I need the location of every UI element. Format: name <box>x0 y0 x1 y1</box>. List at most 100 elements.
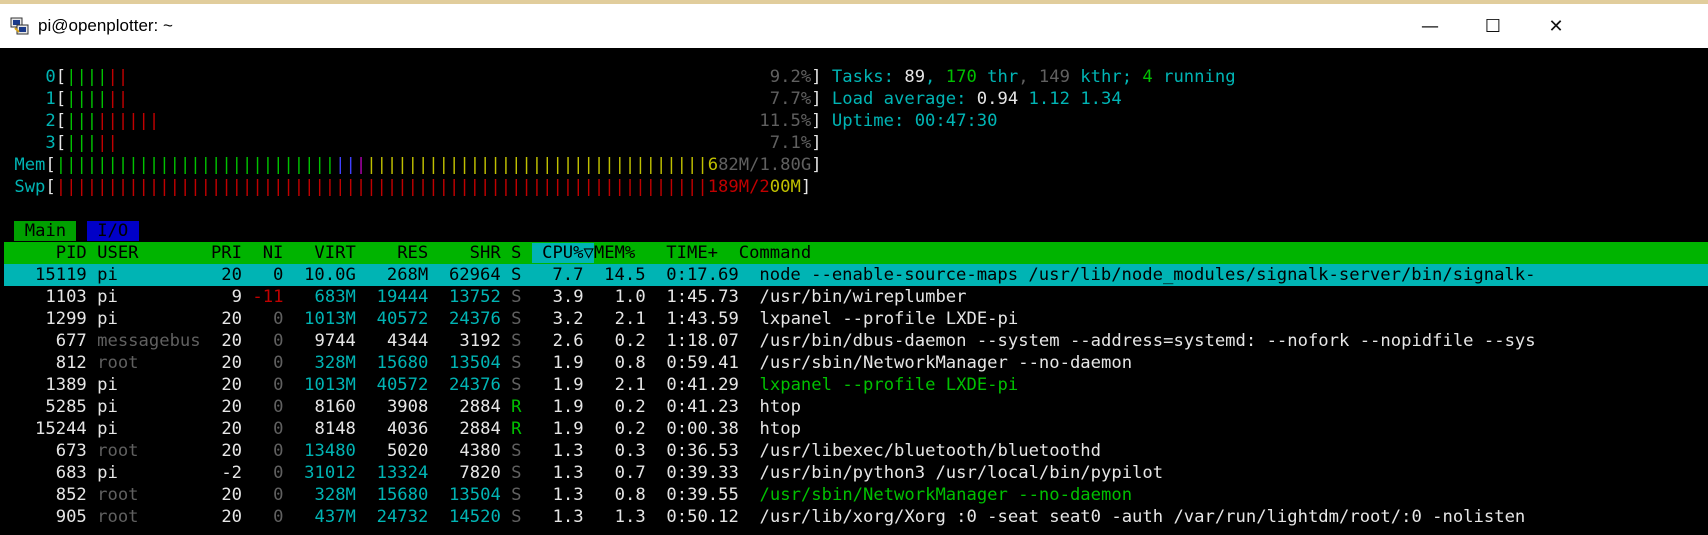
nice: 0 <box>242 331 284 351</box>
mem-bar-cache: ||||||||||||||||||||||||||||||||| <box>366 155 708 175</box>
mem-meter: Mem[||||||||||||||||||||||||||||||||||||… <box>4 154 1708 176</box>
tab-io[interactable]: I/O <box>86 221 139 241</box>
res: 15680 <box>366 353 429 373</box>
priority: 20 <box>200 331 243 351</box>
bracket: ] <box>811 111 822 131</box>
cpu-mem-time: 1.9 0.2 0:41.23 <box>531 397 760 417</box>
minimize-button[interactable]: — <box>1407 6 1453 46</box>
pid: 852 <box>4 485 98 505</box>
state: S <box>511 309 522 329</box>
process-command: /usr/sbin/NetworkManager --no-daemon <box>759 353 1133 373</box>
close-icon: ✕ <box>1548 15 1564 37</box>
process-row[interactable]: 677 messagebus 20 0 9744 4344 3192 S 2.6… <box>4 330 1708 352</box>
kthread-count: 149 <box>1038 67 1070 87</box>
cpu-value: 7.1% <box>769 133 812 153</box>
cpu-meter-0: 0[|||||| 9.2%] Tasks: 89, 170 thr, 149 k… <box>4 66 1708 88</box>
user: root <box>97 485 201 505</box>
user: pi <box>97 397 201 417</box>
user: root <box>97 441 201 461</box>
state: R <box>511 397 522 417</box>
cpu-mem-time: 1.3 0.7 0:39.33 <box>531 463 760 483</box>
header-mem: MEM% <box>593 243 636 263</box>
virt: 437M <box>293 507 356 527</box>
process-command: /usr/sbin/NetworkManager --no-daemon <box>759 485 1133 505</box>
load-1: 0.94 <box>976 89 1019 109</box>
window-titlebar[interactable]: pi@openplotter: ~ — ☐ ✕ <box>0 0 1708 48</box>
tasks-label: Tasks: <box>831 67 905 87</box>
pid: 15244 <box>4 419 98 439</box>
tasks-count: 89 <box>904 67 926 87</box>
cpu-mem-time: 1.9 2.1 0:41.29 <box>531 375 760 395</box>
virt: 9744 <box>293 331 356 351</box>
user: messagebus <box>97 331 201 351</box>
state: S <box>511 375 522 395</box>
priority: 20 <box>200 419 243 439</box>
process-row[interactable]: 905 root 20 0 437M 24732 14520 S 1.3 1.3… <box>4 506 1708 528</box>
process-command: htop <box>759 397 801 417</box>
tab-bar: Main I/O <box>4 220 1708 242</box>
thread-count: 170 <box>945 67 977 87</box>
cpu-mem-time: 3.9 1.0 1:45.73 <box>531 287 760 307</box>
cpu-mem-time: 3.2 2.1 1:43.59 <box>531 309 760 329</box>
tab-main-label: Main <box>24 221 67 241</box>
process-row[interactable]: 812 root 20 0 328M 15680 13504 S 1.9 0.8… <box>4 352 1708 374</box>
process-row[interactable]: 852 root 20 0 328M 15680 13504 S 1.3 0.8… <box>4 484 1708 506</box>
shr: 14520 <box>438 507 501 527</box>
swap-bar: ||||||||||||||||||||||||||||||||||||||||… <box>55 177 708 197</box>
cpu-mem-time: 2.6 0.2 1:18.07 <box>531 331 760 351</box>
process-row[interactable]: 683 pi -2 0 31012 13324 7820 S 1.3 0.7 0… <box>4 462 1708 484</box>
bracket: ] <box>811 155 822 175</box>
terminal-area[interactable]: 0[|||||| 9.2%] Tasks: 89, 170 thr, 149 k… <box>0 48 1708 535</box>
state: S <box>511 353 522 373</box>
res: 5020 <box>366 441 429 461</box>
header-time-command: TIME+ Command <box>635 243 812 263</box>
priority: 20 <box>200 507 243 527</box>
process-row[interactable]: 15244 pi 20 0 8148 4036 2884 R 1.9 0.2 0… <box>4 418 1708 440</box>
nice: 0 <box>242 463 284 483</box>
process-row-selected[interactable]: 15119 pi 20 0 10.0G 268M 62964 S 7.7 14.… <box>4 264 1708 286</box>
process-row[interactable]: 1389 pi 20 0 1013M 40572 24376 S 1.9 2.1… <box>4 374 1708 396</box>
mem-value-tail: 82M/1.80G <box>718 155 812 175</box>
process-command: lxpanel --profile LXDE-pi <box>759 309 1019 329</box>
process-command: htop <box>759 419 801 439</box>
cpu-mem-time: 1.3 1.3 0:50.12 <box>531 507 760 527</box>
user: pi <box>97 287 201 307</box>
process-row[interactable]: 1299 pi 20 0 1013M 40572 24376 S 3.2 2.1… <box>4 308 1708 330</box>
swap-value-tail: 00M <box>769 177 801 197</box>
maximize-button[interactable]: ☐ <box>1470 6 1516 46</box>
thr-label: thr <box>976 67 1019 87</box>
cpu-value: 9.2% <box>769 67 812 87</box>
priority: 20 <box>200 309 243 329</box>
priority: 20 <box>200 485 243 505</box>
sep: , <box>925 67 946 87</box>
close-button[interactable]: ✕ <box>1533 6 1579 46</box>
state: S <box>511 485 522 505</box>
process-row[interactable]: 673 root 20 0 13480 5020 4380 S 1.3 0.3 … <box>4 440 1708 462</box>
process-fields: 15119 pi 20 0 10.0G 268M 62964 S 7.7 14.… <box>4 265 760 285</box>
sort-column-cpu[interactable]: CPU%▽ <box>531 243 594 263</box>
user: root <box>97 507 201 527</box>
priority: -2 <box>200 463 243 483</box>
load-5: 1.12 <box>1028 89 1070 109</box>
nice: 0 <box>242 309 284 329</box>
maximize-icon: ☐ <box>1484 15 1502 37</box>
process-row[interactable]: 1103 pi 9 -11 683M 19444 13752 S 3.9 1.0… <box>4 286 1708 308</box>
shr: 24376 <box>438 309 501 329</box>
uptime-value: 00:47:30 <box>914 111 998 131</box>
state: S <box>511 463 522 483</box>
process-command: /usr/bin/python3 /usr/local/bin/pypilot <box>759 463 1164 483</box>
cpu-label: 2 <box>24 111 56 131</box>
process-row[interactable]: 5285 pi 20 0 8160 3908 2884 R 1.9 0.2 0:… <box>4 396 1708 418</box>
column-header[interactable]: PID USER PRI NI VIRT RES SHR S CPU%▽MEM%… <box>4 242 1708 264</box>
res: 3908 <box>366 397 429 417</box>
virt: 8160 <box>293 397 356 417</box>
nice: 0 <box>242 507 284 527</box>
state: S <box>511 287 522 307</box>
virt: 13480 <box>293 441 356 461</box>
pid: 1299 <box>4 309 98 329</box>
htop-screen[interactable]: 0[|||||| 9.2%] Tasks: 89, 170 thr, 149 k… <box>4 66 1708 528</box>
cpu-meter-3: 3[||||| 7.1%] <box>4 132 1708 154</box>
tab-main[interactable]: Main <box>14 221 77 241</box>
kthr-label: kthr <box>1069 67 1122 87</box>
cpu-mem-time: 1.3 0.3 0:36.53 <box>531 441 760 461</box>
